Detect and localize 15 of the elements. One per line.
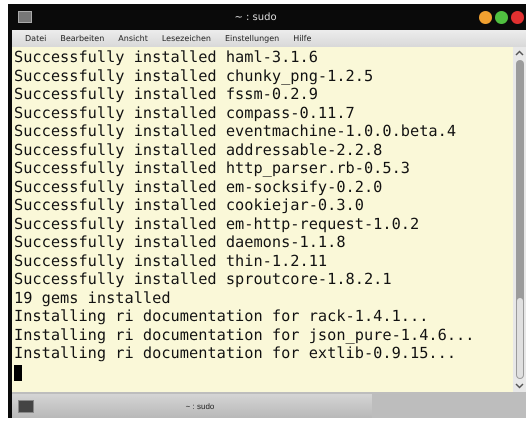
menu-item[interactable]: Datei	[18, 34, 54, 43]
terminal-tab[interactable]: ~ : sudo	[12, 394, 372, 418]
menu-item[interactable]: Ansicht	[111, 34, 155, 43]
minimize-button[interactable]	[479, 10, 492, 24]
terminal-icon	[18, 400, 34, 412]
window-title: ~ : sudo	[233, 12, 278, 22]
maximize-button[interactable]	[495, 10, 508, 24]
menu-item[interactable]: Bearbeiten	[53, 34, 112, 43]
scrollbar[interactable]	[513, 47, 526, 392]
menu-item[interactable]: Lesezeichen	[154, 34, 218, 43]
menu-item[interactable]: Hilfe	[286, 34, 318, 43]
close-button[interactable]	[511, 10, 524, 24]
scrollbar-thumb[interactable]	[516, 298, 522, 378]
terminal-output: Successfully installed haml-3.1.6 Successfully installed chunky_png-1.2.5 Successfully installed fssm-0.2.9 Successfully installed compass-0.11.7 Successfully installed eventmachine-1.0.0.beta.4 Successfully installed addressable-2.2.8 Successfully installed http_parser.rb-0.5.3 Successfully installed em-socksify-0.2.0 Successfully installed cookiejar-0.3.0 Successfully installed em-http-request-1.0.2 Successfully installed daemons-1.1.8 Successfully installed thin-1.2.11 Successfully installed sproutcore-1.8.2.1 19 gems installed Installing ri documentation for rack-1.4.1... Installing ri documentation for json_pure-1.4.6... Installing ri documentation for extlib-0.9.15...	[12, 47, 513, 392]
menu-item[interactable]: Einstellungen	[218, 34, 286, 43]
